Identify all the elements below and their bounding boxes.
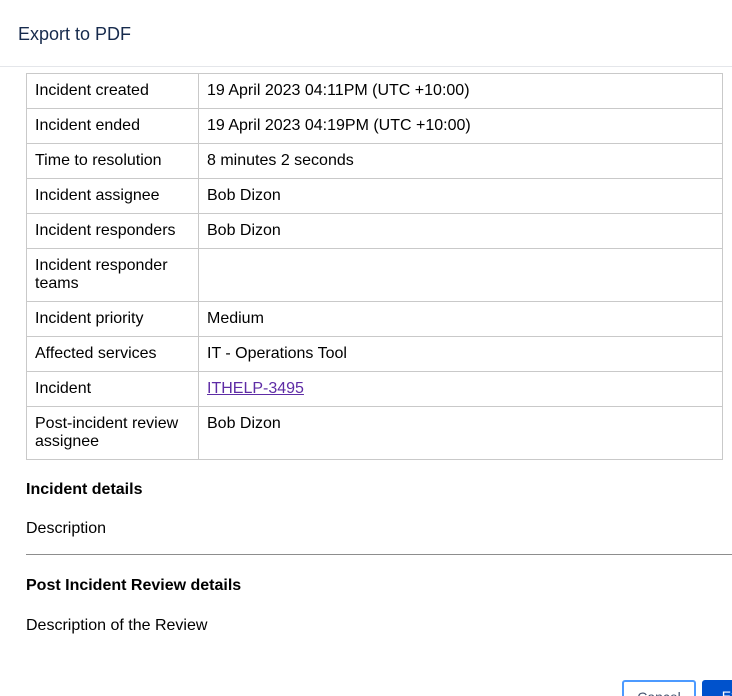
row-label: Post-incident review assignee [26,406,199,460]
table-row: Incident created 19 April 2023 04:11PM (… [26,73,723,109]
section-divider [26,554,732,555]
dialog-content[interactable]: Incident created 19 April 2023 04:11PM (… [26,73,732,634]
table-row: Incident assignee Bob Dizon [26,178,723,214]
row-label: Incident [26,371,199,407]
row-label: Time to resolution [26,143,199,179]
table-row: Incident responder teams [26,248,723,302]
dialog-title: Export to PDF [18,24,132,44]
cancel-button[interactable]: Cancel [622,680,696,696]
row-label: Incident ended [26,108,199,144]
incident-summary-table: Incident created 19 April 2023 04:11PM (… [26,73,723,460]
row-value: 19 April 2023 04:19PM (UTC +10:00) [198,108,723,144]
row-label: Incident created [26,73,199,109]
pir-details-heading: Post Incident Review details [26,577,242,594]
table-row: Incident ITHELP-3495 [26,371,723,407]
table-row: Affected services IT - Operations Tool [26,336,723,372]
row-label: Incident assignee [26,178,199,214]
row-label: Incident responder teams [26,248,199,302]
dialog-header: Export to PDF [0,0,732,67]
row-value: IT - Operations Tool [198,336,723,372]
export-button[interactable]: Export [702,680,732,696]
export-pdf-dialog: Export to PDF Incident created 19 April … [0,0,732,696]
incident-link[interactable]: ITHELP-3495 [207,380,304,397]
row-value: 19 April 2023 04:11PM (UTC +10:00) [198,73,723,109]
table-row: Incident priority Medium [26,301,723,337]
row-label: Incident responders [26,213,199,249]
row-label: Affected services [26,336,199,372]
table-row: Time to resolution 8 minutes 2 seconds [26,143,723,179]
row-value: Medium [198,301,723,337]
row-value: 8 minutes 2 seconds [198,143,723,179]
table-row: Incident responders Bob Dizon [26,213,723,249]
row-value: Bob Dizon [198,178,723,214]
row-label: Incident priority [26,301,199,337]
row-value: ITHELP-3495 [198,371,723,407]
row-value: Bob Dizon [198,213,723,249]
table-row: Incident ended 19 April 2023 04:19PM (UT… [26,108,723,144]
pir-details-description: Description of the Review [26,617,208,634]
row-value [198,248,723,302]
incident-details-heading: Incident details [26,481,143,498]
incident-details-description: Description [26,520,107,537]
table-row: Post-incident review assignee Bob Dizon [26,406,723,460]
row-value: Bob Dizon [198,406,723,460]
